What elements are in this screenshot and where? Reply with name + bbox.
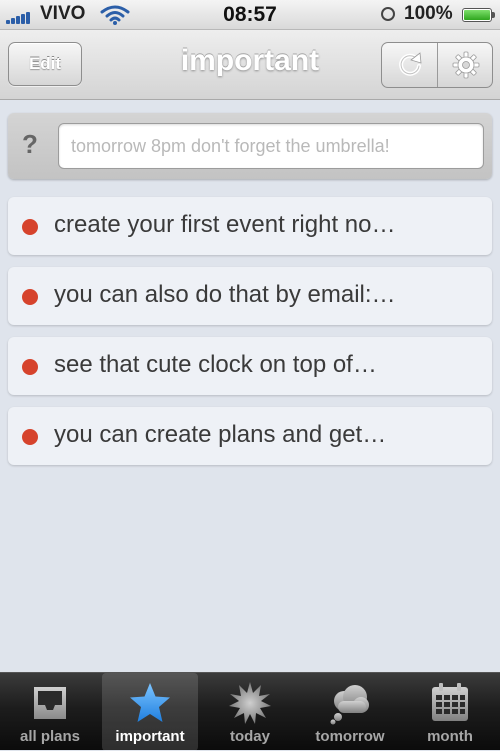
cloud-icon <box>330 685 369 725</box>
event-title: create your first event right no… <box>54 211 396 238</box>
star-icon <box>130 683 170 722</box>
status-bar: VIVO 08:57 100% <box>0 0 500 30</box>
list-item[interactable]: you can create plans and get… <box>8 407 492 465</box>
event-title: you can create plans and get… <box>54 421 387 448</box>
tab-month[interactable]: month <box>400 673 500 751</box>
tab-important[interactable]: important <box>102 673 198 751</box>
priority-dot-icon <box>22 289 38 305</box>
tab-label: month <box>427 728 473 745</box>
nav-actions-segment <box>381 42 493 88</box>
calendar-icon <box>432 683 468 721</box>
tab-label: all plans <box>19 728 81 745</box>
event-title: you can also do that by email:… <box>54 281 396 308</box>
tab-bar: all plans important today tomorrow month <box>0 672 500 751</box>
refresh-icon <box>398 52 421 76</box>
tab-all-plans[interactable]: all plans <box>0 673 100 751</box>
event-list: create your first event right no… you ca… <box>8 197 492 477</box>
inbox-icon <box>34 687 66 719</box>
priority-dot-icon <box>22 429 38 445</box>
settings-button[interactable] <box>438 43 492 87</box>
priority-dot-icon <box>22 219 38 235</box>
list-item[interactable]: create your first event right no… <box>8 197 492 255</box>
tab-label: important <box>115 728 185 745</box>
list-item[interactable]: see that cute clock on top of… <box>8 337 492 395</box>
sun-icon <box>229 682 271 724</box>
gear-icon <box>452 51 479 79</box>
event-title: see that cute clock on top of… <box>54 351 377 378</box>
quick-add-input[interactable] <box>58 123 484 169</box>
battery-percent: 100% <box>404 3 453 24</box>
tab-label: today <box>229 728 270 745</box>
quick-add-bar: ? <box>8 113 492 179</box>
refresh-button[interactable] <box>382 43 438 87</box>
alarm-clock-icon <box>381 7 395 21</box>
tab-label: tomorrow <box>315 728 385 745</box>
battery-icon <box>462 8 495 22</box>
tab-today[interactable]: today <box>200 673 300 751</box>
help-button[interactable]: ? <box>22 129 38 160</box>
list-item[interactable]: you can also do that by email:… <box>8 267 492 325</box>
priority-dot-icon <box>22 359 38 375</box>
nav-bar: Edit important <box>0 30 500 100</box>
tab-tomorrow[interactable]: tomorrow <box>300 673 400 751</box>
